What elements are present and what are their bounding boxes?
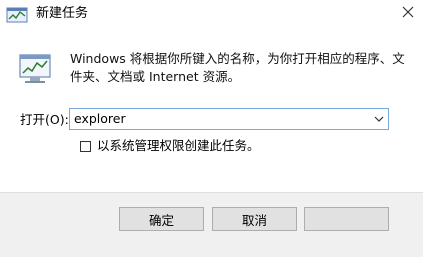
- ok-button[interactable]: 确定: [119, 207, 204, 231]
- close-button[interactable]: [392, 0, 423, 24]
- cancel-button[interactable]: 取消: [212, 207, 297, 231]
- admin-checkbox-label[interactable]: 以系统管理权限创建此任务。: [97, 138, 260, 154]
- dialog-description: Windows 将根据你所键入的名称，为你打开相应的程序、文件夹、文档或 Int…: [70, 51, 405, 84]
- chevron-down-icon: [374, 116, 384, 122]
- dialog-footer: 确定 取消: [0, 192, 423, 257]
- browse-button[interactable]: [304, 207, 389, 231]
- task-manager-icon: [6, 7, 28, 23]
- dialog-content: Windows 将根据你所键入的名称，为你打开相应的程序、文件夹、文档或 Int…: [0, 30, 423, 192]
- open-label: 打开(O):: [20, 112, 69, 127]
- admin-checkbox-row[interactable]: 以系统管理权限创建此任务。: [80, 138, 260, 154]
- close-icon: [402, 6, 413, 18]
- dropdown-toggle[interactable]: [373, 113, 385, 125]
- new-task-dialog: 新建任务 Windows 将根据你所键入的名称，为你打开相应的程序、文件夹、文档…: [0, 0, 423, 257]
- title-bar: 新建任务: [0, 0, 423, 30]
- admin-checkbox[interactable]: [80, 140, 91, 152]
- open-combobox[interactable]: [69, 108, 389, 130]
- run-program-icon: [19, 54, 51, 83]
- dialog-title: 新建任务: [36, 6, 89, 21]
- open-input[interactable]: [74, 109, 364, 129]
